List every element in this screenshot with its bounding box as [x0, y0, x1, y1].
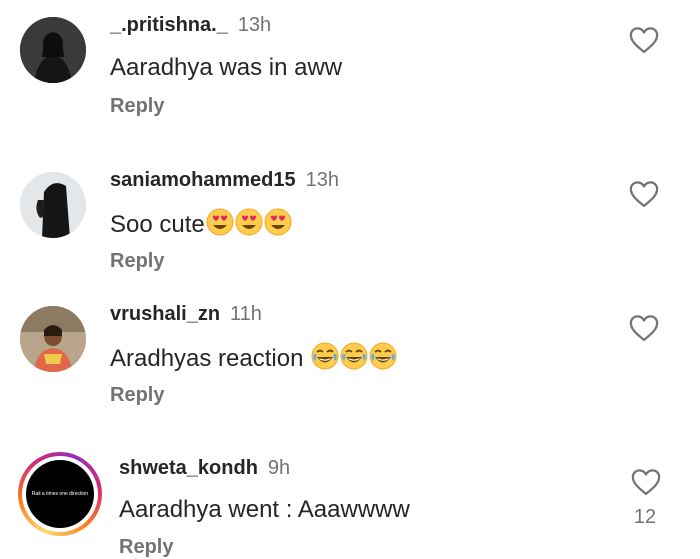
comment-username[interactable]: vrushali_zn 11h	[110, 303, 262, 326]
comment-username[interactable]: _.pritishna._ 13h	[110, 14, 271, 37]
reply-button[interactable]: Reply	[110, 250, 164, 273]
heart-outline-icon[interactable]	[631, 468, 661, 496]
comment-username[interactable]: saniamohammed15 13h	[110, 169, 339, 192]
comment-text-content: Soo cute	[110, 211, 205, 238]
heart-eyes-emoji	[264, 208, 292, 236]
username-text[interactable]: _.pritishna._	[110, 14, 228, 36]
laughing-emoji	[311, 342, 339, 370]
comment-text-content: Aradhyas reaction	[110, 345, 311, 372]
avatar[interactable]	[20, 172, 86, 238]
avatar[interactable]	[20, 17, 86, 83]
comment-timestamp: 9h	[267, 457, 291, 479]
reply-button[interactable]: Reply	[110, 384, 164, 407]
comment-timestamp: 13h	[237, 14, 272, 36]
story-ring-avatar[interactable]: Rail a times one direction	[18, 452, 102, 536]
avatar-caption: Rail a times one direction	[31, 491, 89, 497]
comment-text: Aradhyas reaction	[110, 342, 397, 373]
heart-eyes-emoji	[235, 208, 263, 236]
laughing-emoji	[369, 342, 397, 370]
laughing-emoji	[340, 342, 368, 370]
reply-button[interactable]: Reply	[110, 95, 164, 118]
username-text[interactable]: shweta_kondh	[119, 457, 258, 479]
heart-outline-icon[interactable]	[629, 314, 659, 342]
like-count: 12	[633, 506, 657, 528]
comment-timestamp: 11h	[230, 303, 262, 325]
avatar: Rail a times one direction	[26, 460, 94, 528]
username-text[interactable]: saniamohammed15	[110, 169, 296, 191]
comment-username[interactable]: shweta_kondh 9h	[119, 457, 290, 480]
heart-outline-icon[interactable]	[629, 26, 659, 54]
comment-text: Aaradhya was in aww	[110, 54, 343, 81]
heart-eyes-emoji	[206, 208, 234, 236]
comment-text: Aaradhya went : Aaawwww	[119, 496, 410, 523]
avatar[interactable]	[20, 306, 86, 372]
username-text[interactable]: vrushali_zn	[110, 303, 220, 325]
heart-outline-icon[interactable]	[629, 180, 659, 208]
comment-timestamp: 13h	[305, 169, 340, 191]
comment-text: Soo cute	[110, 208, 292, 239]
